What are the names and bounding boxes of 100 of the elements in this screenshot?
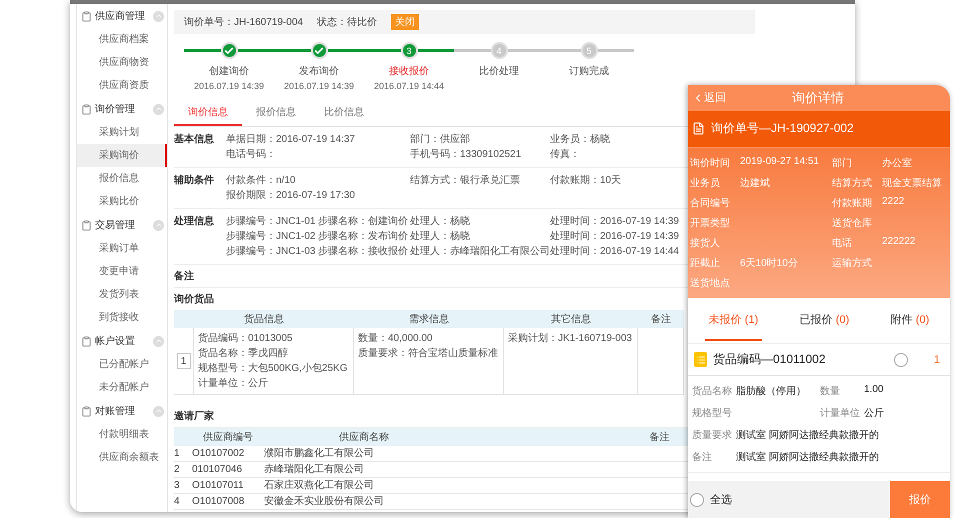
field-label: 部门 xyxy=(832,156,853,170)
sidebar-item[interactable]: 付款明细表 xyxy=(77,423,167,446)
field-value: 测试室 阿娇阿达撒经典款撒开的 xyxy=(736,450,880,464)
step-time: 2016.07.19 14:44 xyxy=(374,81,444,91)
tab[interactable]: 附件 (0) xyxy=(886,300,934,341)
step-time: 2016.07.19 14:39 xyxy=(284,81,354,91)
table-header-cell: 其它信息 xyxy=(504,310,638,328)
check-icon xyxy=(224,46,234,56)
sidebar-group-title: 询价管理 xyxy=(95,103,136,116)
progress-line xyxy=(598,49,634,52)
sidebar-item[interactable]: 供应商资质 xyxy=(77,74,167,97)
sidebar-item[interactable]: 采购询价 xyxy=(77,144,167,167)
field-text: 付款账期：10天 xyxy=(550,174,622,188)
tab[interactable]: 比价信息 xyxy=(310,100,378,126)
field-label: 开票类型 xyxy=(690,216,731,230)
table-cell-text: 数量：40,000.00 xyxy=(358,332,432,346)
sidebar-item[interactable]: 采购订单 xyxy=(77,237,167,260)
field-value: 1.00 xyxy=(864,384,884,398)
order-number: 询价单号：JH-160719-004 xyxy=(184,16,303,29)
sidebar-item[interactable]: 变更申请 xyxy=(77,260,167,283)
check-icon xyxy=(314,46,324,56)
row-number: 1 xyxy=(176,353,190,369)
field-text: 业务员：杨晓 xyxy=(550,132,611,147)
sidebar-item[interactable]: 已分配帐户 xyxy=(77,353,167,376)
section-title: 处理信息 xyxy=(174,214,215,228)
collapse-icon[interactable] xyxy=(153,220,164,230)
table-cell-text: 采购计划：JK1-160719-003 xyxy=(508,332,632,346)
section-title: 询价货品 xyxy=(174,292,215,307)
sidebar-item[interactable]: 未分配帐户 xyxy=(77,376,167,399)
radio-button[interactable] xyxy=(894,352,908,367)
field-text: 电话号码： xyxy=(226,148,277,162)
field-text: 传真： xyxy=(550,148,581,162)
field-label: 货品名称 xyxy=(692,385,733,398)
table-cell-text: 计量单位：公斤 xyxy=(198,376,268,391)
field-text: 处理人：杨晓 xyxy=(410,230,471,244)
field-text: 步骤名称：创建询价 xyxy=(318,214,409,229)
table-cell: 赤峰瑞阳化工有限公司 xyxy=(264,462,464,478)
collapse-icon[interactable] xyxy=(153,336,164,346)
table-cell: 1 xyxy=(174,446,192,462)
table-cell: O10107011 xyxy=(192,478,264,494)
section-title: 辅助条件 xyxy=(174,174,215,187)
sidebar-item[interactable]: 采购比价 xyxy=(77,190,167,213)
field-text: 步骤编号：JNC1-01 xyxy=(226,214,316,229)
table-cell-text: 规格型号：大包500KG,小包25KG xyxy=(198,362,348,376)
table-cell: 石家庄双燕化工有限公司 xyxy=(264,478,464,494)
sidebar-group-title: 帐户设置 xyxy=(95,334,136,348)
clipboard-icon xyxy=(81,336,92,346)
table-cell-text: 货品编码：01013005 xyxy=(198,332,292,346)
table-cell: 2 xyxy=(174,462,192,478)
table-header-cell: 需求信息 xyxy=(354,310,504,328)
sidebar-item[interactable]: 供应商余额表 xyxy=(77,446,167,469)
clipboard-icon xyxy=(81,406,92,416)
field-label: 电话 xyxy=(832,236,853,250)
field-label: 送货仓库 xyxy=(832,216,873,230)
table-header-cell: 货品信息 xyxy=(174,310,354,328)
sidebar-item[interactable]: 报价信息 xyxy=(77,167,167,190)
table-header-cell: 供应商名称 xyxy=(264,428,464,446)
table-cell: O10107008 xyxy=(192,494,264,510)
field-text: 处理时间：2016-07-19 14:44 xyxy=(550,244,680,259)
table-cell-text: 质量要求：符合宝塔山质量标准 xyxy=(358,346,498,361)
sidebar-group-title: 交易管理 xyxy=(95,218,136,232)
sidebar-item[interactable]: 到货接收 xyxy=(77,306,167,329)
field-value: 办公室 xyxy=(882,156,913,170)
tab[interactable]: 报价信息 xyxy=(242,100,310,126)
select-all-label: 全选 xyxy=(710,493,732,508)
table-cell: 濮阳市鹏鑫化工有限公司 xyxy=(264,446,464,462)
sidebar-item[interactable]: 供应商档案 xyxy=(77,28,167,51)
field-label: 接货人 xyxy=(690,236,721,250)
field-label: 询价时间 xyxy=(690,156,731,170)
tab[interactable]: 询价信息 xyxy=(174,100,242,126)
step-label: 创建询价 xyxy=(209,64,249,78)
field-text: 步骤编号：JNC1-02 xyxy=(226,230,316,244)
field-text: 处理时间：2016-07-19 14:39 xyxy=(550,214,680,229)
item-title: 货品编码—01011002 xyxy=(713,351,826,368)
clipboard-icon xyxy=(81,104,92,114)
radio-button[interactable] xyxy=(690,492,704,507)
clipboard-icon xyxy=(81,220,92,230)
field-label: 质量要求 xyxy=(692,428,733,442)
status-text: 状态：待比价 xyxy=(316,16,377,29)
sidebar-item[interactable]: 发货列表 xyxy=(77,283,167,306)
field-text: 步骤名称：发布询价 xyxy=(318,230,409,244)
field-value: 2019-09-27 14:51 xyxy=(740,156,820,169)
field-text: 步骤名称：接收报价 xyxy=(318,244,409,259)
tab[interactable]: 未报价 (1) xyxy=(704,300,762,341)
tab[interactable]: 已报价 (0) xyxy=(796,300,854,341)
collapse-icon[interactable] xyxy=(153,406,164,416)
field-value: 现金支票结算 xyxy=(882,176,943,190)
step-label: 发布询价 xyxy=(299,65,339,78)
collapse-icon[interactable] xyxy=(153,10,164,22)
collapse-icon[interactable] xyxy=(153,104,164,114)
screen-title: 询价详情 xyxy=(792,88,844,107)
list-icon xyxy=(694,352,707,368)
table-header-cell: 备注 xyxy=(638,310,684,328)
table-cell: 安徽金禾实业股份有限公司 xyxy=(264,494,464,510)
sidebar-item[interactable]: 供应商物资 xyxy=(77,51,167,74)
sidebar-item[interactable]: 采购计划 xyxy=(77,121,167,144)
field-value: 公斤 xyxy=(864,406,885,420)
table-cell: 3 xyxy=(174,478,192,494)
field-label: 备注 xyxy=(692,450,713,464)
field-text: 处理人：杨晓 xyxy=(410,214,471,229)
